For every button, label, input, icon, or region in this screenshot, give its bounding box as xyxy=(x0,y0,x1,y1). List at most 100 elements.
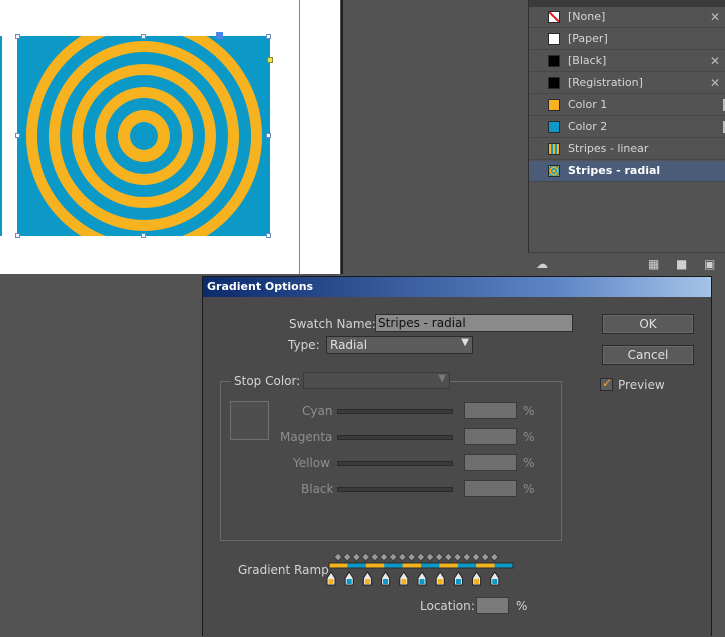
radial-gradient-frame[interactable] xyxy=(17,36,270,236)
swatch-row[interactable]: [None] ✕ xyxy=(529,7,725,28)
midpoint-diamond-icon[interactable] xyxy=(434,553,444,562)
swatch-chip xyxy=(548,77,560,89)
adjacent-frame[interactable] xyxy=(0,36,2,236)
color-stops xyxy=(326,571,500,586)
yellow-label: Yellow xyxy=(293,456,330,470)
swatch-chip xyxy=(548,121,560,133)
stop-color-label: Stop Color: xyxy=(231,374,304,388)
non-editable-icon: ✕ xyxy=(709,76,720,90)
handle-bottom-right[interactable] xyxy=(266,233,271,238)
cloud-icon[interactable]: ☁ xyxy=(536,257,548,271)
new-folder-icon[interactable]: ■ xyxy=(676,257,687,271)
location-percent: % xyxy=(516,599,528,613)
dialog-titlebar[interactable]: Gradient Options xyxy=(203,277,711,297)
swatch-row[interactable]: [Paper] xyxy=(529,29,725,50)
handle-top-middle[interactable] xyxy=(141,34,146,39)
swatch-label: Stripes - linear xyxy=(568,142,649,155)
corner-options-icon[interactable] xyxy=(267,57,273,63)
midpoint-diamond-icon[interactable] xyxy=(471,553,481,562)
swatch-chip xyxy=(548,33,560,45)
handle-middle-left[interactable] xyxy=(15,133,20,138)
swatch-label: Color 2 xyxy=(568,120,608,133)
swatch-name-label: Swatch Name: xyxy=(289,317,376,331)
ramp-segment xyxy=(365,563,376,568)
swatch-row[interactable]: Color 1 xyxy=(529,95,725,116)
color-stop-swatch xyxy=(346,579,352,584)
midpoint-diamond-icon[interactable] xyxy=(443,553,454,562)
midpoint-diamond-icon[interactable] xyxy=(397,553,408,562)
midpoint-diamond-icon[interactable] xyxy=(489,553,500,562)
content-grabber-icon[interactable] xyxy=(216,32,223,39)
swatch-chip xyxy=(548,11,560,23)
cyan-field[interactable] xyxy=(464,402,517,419)
handle-top-right[interactable] xyxy=(266,34,271,39)
swatch-chip xyxy=(548,55,560,67)
midpoint-diamond-icon[interactable] xyxy=(379,553,389,562)
handle-top-left[interactable] xyxy=(15,34,20,39)
new-swatch-icon[interactable]: ▣ xyxy=(704,257,715,271)
black-percent: % xyxy=(523,482,535,496)
gradient-ramp-label: Gradient Ramp xyxy=(238,563,329,577)
swatch-label: [Registration] xyxy=(568,76,643,89)
type-value: Radial xyxy=(330,338,368,352)
midpoint-diamond-icon[interactable] xyxy=(360,553,371,562)
cyan-percent: % xyxy=(523,404,535,418)
type-dropdown[interactable]: Radial ▼ xyxy=(326,336,473,354)
ramp-segment xyxy=(375,563,385,568)
swatch-name-input[interactable]: Stripes - radial xyxy=(375,314,573,332)
midpoint-diamond-icon[interactable] xyxy=(370,553,380,562)
cyan-slider[interactable] xyxy=(337,409,453,414)
ramp-segment xyxy=(356,563,367,568)
gradient-ramp[interactable] xyxy=(323,553,515,587)
ramp-segment xyxy=(439,563,450,568)
ramp-segment xyxy=(467,563,477,568)
swatch-row[interactable]: Color 2 xyxy=(529,117,725,138)
black-slider[interactable] xyxy=(337,487,453,492)
midpoint-diamond-icon[interactable] xyxy=(452,553,463,562)
midpoint-diamond-icon[interactable] xyxy=(342,553,352,562)
midpoint-diamond-icon[interactable] xyxy=(406,553,417,562)
pasteboard xyxy=(340,0,528,274)
preview-checkbox[interactable]: ✓ xyxy=(600,376,613,391)
preview-label: Preview xyxy=(618,378,665,392)
color-stop-swatch xyxy=(383,579,389,584)
ramp-segment xyxy=(485,563,496,568)
stop-color-dropdown[interactable]: ▼ xyxy=(303,372,450,389)
midpoint-diamond-icon[interactable] xyxy=(462,553,472,562)
handle-bottom-middle[interactable] xyxy=(141,233,146,238)
swatch-row[interactable]: [Registration] ✕ xyxy=(529,73,725,94)
ramp-segment xyxy=(347,563,358,568)
margin-guide xyxy=(299,0,300,274)
non-editable-icon: ✕ xyxy=(709,10,720,24)
stop-color-preview xyxy=(230,401,269,440)
midpoint-diamond-icon[interactable] xyxy=(333,553,343,562)
ramp-segment xyxy=(411,563,422,568)
location-field[interactable] xyxy=(476,597,509,614)
swatch-row[interactable]: Stripes - linear xyxy=(529,139,725,160)
ok-button[interactable]: OK xyxy=(602,314,694,334)
ramp-segments xyxy=(328,562,514,569)
midpoint-diamonds xyxy=(333,553,500,562)
yellow-slider[interactable] xyxy=(337,461,453,466)
magenta-slider[interactable] xyxy=(337,435,453,440)
cancel-button[interactable]: Cancel xyxy=(602,345,694,365)
handle-middle-right[interactable] xyxy=(266,133,271,138)
swatch-label: [Paper] xyxy=(568,32,608,45)
chevron-down-icon: ▼ xyxy=(438,373,446,384)
midpoint-diamond-icon[interactable] xyxy=(425,553,435,562)
black-field[interactable] xyxy=(464,480,517,497)
handle-bottom-left[interactable] xyxy=(15,233,20,238)
midpoint-diamond-icon[interactable] xyxy=(480,553,490,562)
swatch-row[interactable]: Stripes - radial xyxy=(529,161,725,182)
color-stop-swatch xyxy=(328,579,334,584)
view-options-icon[interactable]: ▦ xyxy=(648,257,659,271)
yellow-field[interactable] xyxy=(464,454,517,471)
magenta-field[interactable] xyxy=(464,428,517,445)
swatch-label: [Black] xyxy=(568,54,607,67)
swatch-row[interactable]: [Black] ✕ xyxy=(529,51,725,72)
swatches-panel: [None] ✕ [Paper] [Black] ✕ [Registration] ✕ Col… xyxy=(528,0,725,274)
midpoint-diamond-icon[interactable] xyxy=(416,553,426,562)
midpoint-diamond-icon[interactable] xyxy=(351,553,362,562)
midpoint-diamond-icon[interactable] xyxy=(388,553,398,562)
ramp-segment xyxy=(503,563,514,568)
